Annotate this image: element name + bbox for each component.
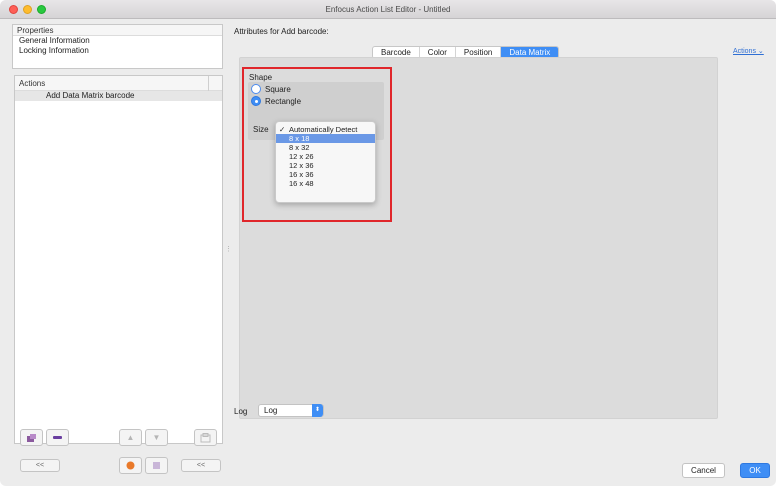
minus-icon xyxy=(53,436,62,439)
arrow-down-icon: ▼ xyxy=(152,433,161,442)
column-divider[interactable] xyxy=(208,76,209,91)
cancel-button[interactable]: Cancel xyxy=(682,463,725,478)
log-select-value: Log xyxy=(264,406,278,415)
action-item-add-data-matrix[interactable]: Add Data Matrix barcode xyxy=(15,91,222,101)
annotation-highlight-box xyxy=(242,67,392,222)
actions-menu-link[interactable]: Actions ⌄ xyxy=(733,47,764,55)
add-action-button[interactable] xyxy=(20,429,43,446)
pane-splitter-handle[interactable]: ⋮ xyxy=(225,245,232,253)
property-locking-information[interactable]: Locking Information xyxy=(13,46,222,56)
ok-button[interactable]: OK xyxy=(740,463,770,478)
actions-header: Actions xyxy=(15,76,222,91)
collapse-left-button[interactable]: << xyxy=(20,459,60,472)
add-action-icon xyxy=(27,433,36,442)
app-window: Enfocus Action List Editor - Untitled Pr… xyxy=(0,0,776,486)
collapse-right-button[interactable]: << xyxy=(181,459,221,472)
title-bar: Enfocus Action List Editor - Untitled xyxy=(0,0,776,19)
move-down-button[interactable]: ▼ xyxy=(145,429,168,446)
log-select[interactable]: Log ⬍ xyxy=(258,404,324,417)
record-icon xyxy=(126,461,135,470)
action-group-button[interactable] xyxy=(194,429,217,446)
property-general-information[interactable]: General Information xyxy=(13,36,222,46)
chevron-down-icon: ⌄ xyxy=(755,48,764,55)
actions-menu-label: Actions xyxy=(733,48,756,55)
actions-list: Actions Add Data Matrix barcode xyxy=(14,75,223,444)
log-label: Log xyxy=(234,407,248,416)
stop-button[interactable] xyxy=(145,457,168,474)
left-pane: Properties General Information Locking I… xyxy=(12,24,223,474)
window-title: Enfocus Action List Editor - Untitled xyxy=(325,5,451,14)
attributes-title: Attributes for Add barcode: xyxy=(234,27,329,36)
move-up-button[interactable]: ▲ xyxy=(119,429,142,446)
properties-list: Properties General Information Locking I… xyxy=(12,24,223,69)
record-button[interactable] xyxy=(119,457,142,474)
remove-action-button[interactable] xyxy=(46,429,69,446)
group-icon xyxy=(200,432,211,442)
select-arrows-icon: ⬍ xyxy=(312,404,323,417)
properties-header: Properties xyxy=(13,25,222,36)
stop-icon xyxy=(153,462,160,469)
arrow-up-icon: ▲ xyxy=(126,433,135,442)
actions-header-label: Actions xyxy=(19,79,46,88)
